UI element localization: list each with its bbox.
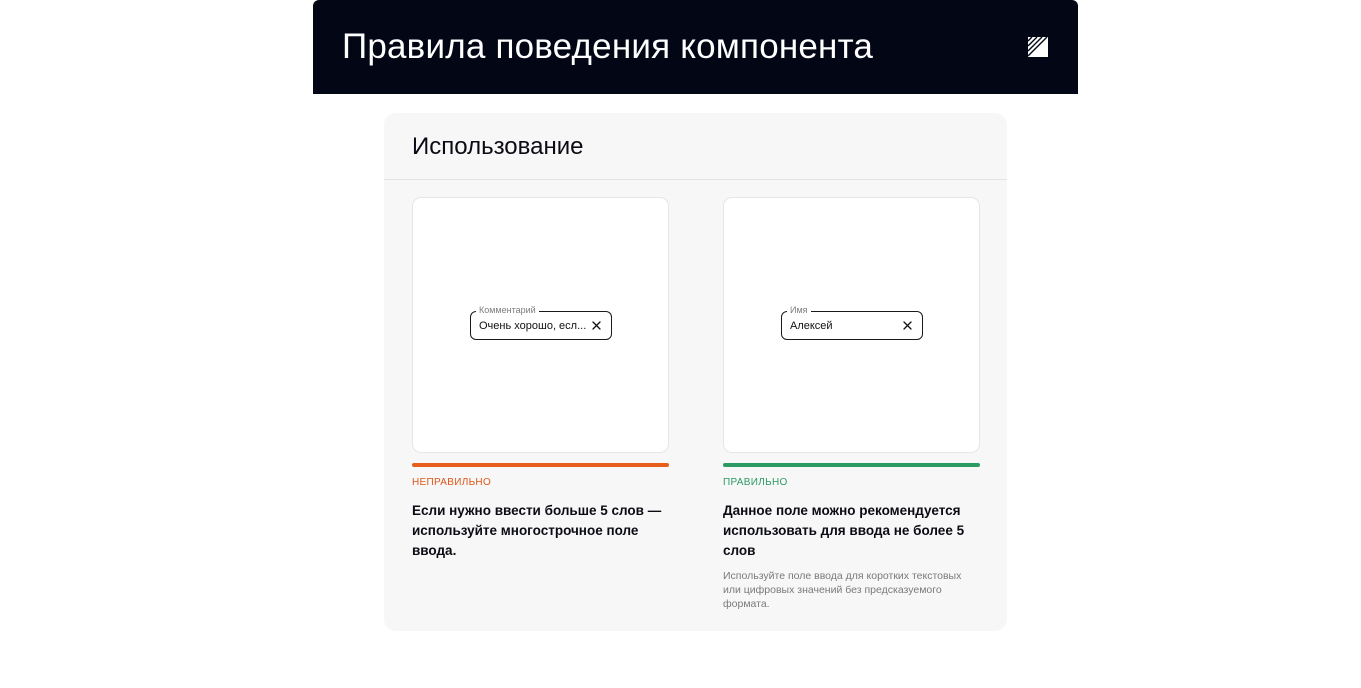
page-header: Правила поведения компонента (313, 0, 1078, 94)
field-value: Очень хорошо, есл... (479, 320, 587, 332)
verdict-label: ПРАВИЛЬНО (723, 477, 788, 488)
close-icon[interactable] (592, 321, 601, 330)
example-right: Имя Алексей ПРАВИЛЬНО Данное поле можно … (723, 197, 980, 611)
status-bar-right (723, 463, 980, 467)
example-note: Используйте поле ввода для коротких текс… (723, 570, 962, 610)
example-description: Если нужно ввести больше 5 слов — исполь… (412, 503, 662, 558)
field-label: Комментарий (476, 305, 539, 316)
name-field[interactable]: Имя Алексей (781, 305, 923, 340)
verdict-label: НЕПРАВИЛЬНО (412, 477, 492, 488)
usage-panel: Использование Комментарий Очень хорошо, … (384, 113, 1007, 631)
field-label: Имя (787, 305, 811, 316)
divider (384, 179, 1007, 180)
section-title: Использование (412, 133, 584, 160)
example-wrong: Комментарий Очень хорошо, есл... НЕПРАВИ… (412, 197, 669, 561)
example-description: Данное поле можно рекомендуется использо… (723, 503, 965, 558)
page-title: Правила поведения компонента (342, 27, 874, 66)
close-icon[interactable] (903, 321, 912, 330)
preview-card: Имя Алексей (723, 197, 980, 453)
field-value: Алексей (790, 320, 833, 332)
brand-logo-icon (1028, 37, 1048, 57)
status-bar-wrong (412, 463, 669, 467)
comment-field[interactable]: Комментарий Очень хорошо, есл... (470, 305, 612, 340)
preview-card: Комментарий Очень хорошо, есл... (412, 197, 669, 453)
